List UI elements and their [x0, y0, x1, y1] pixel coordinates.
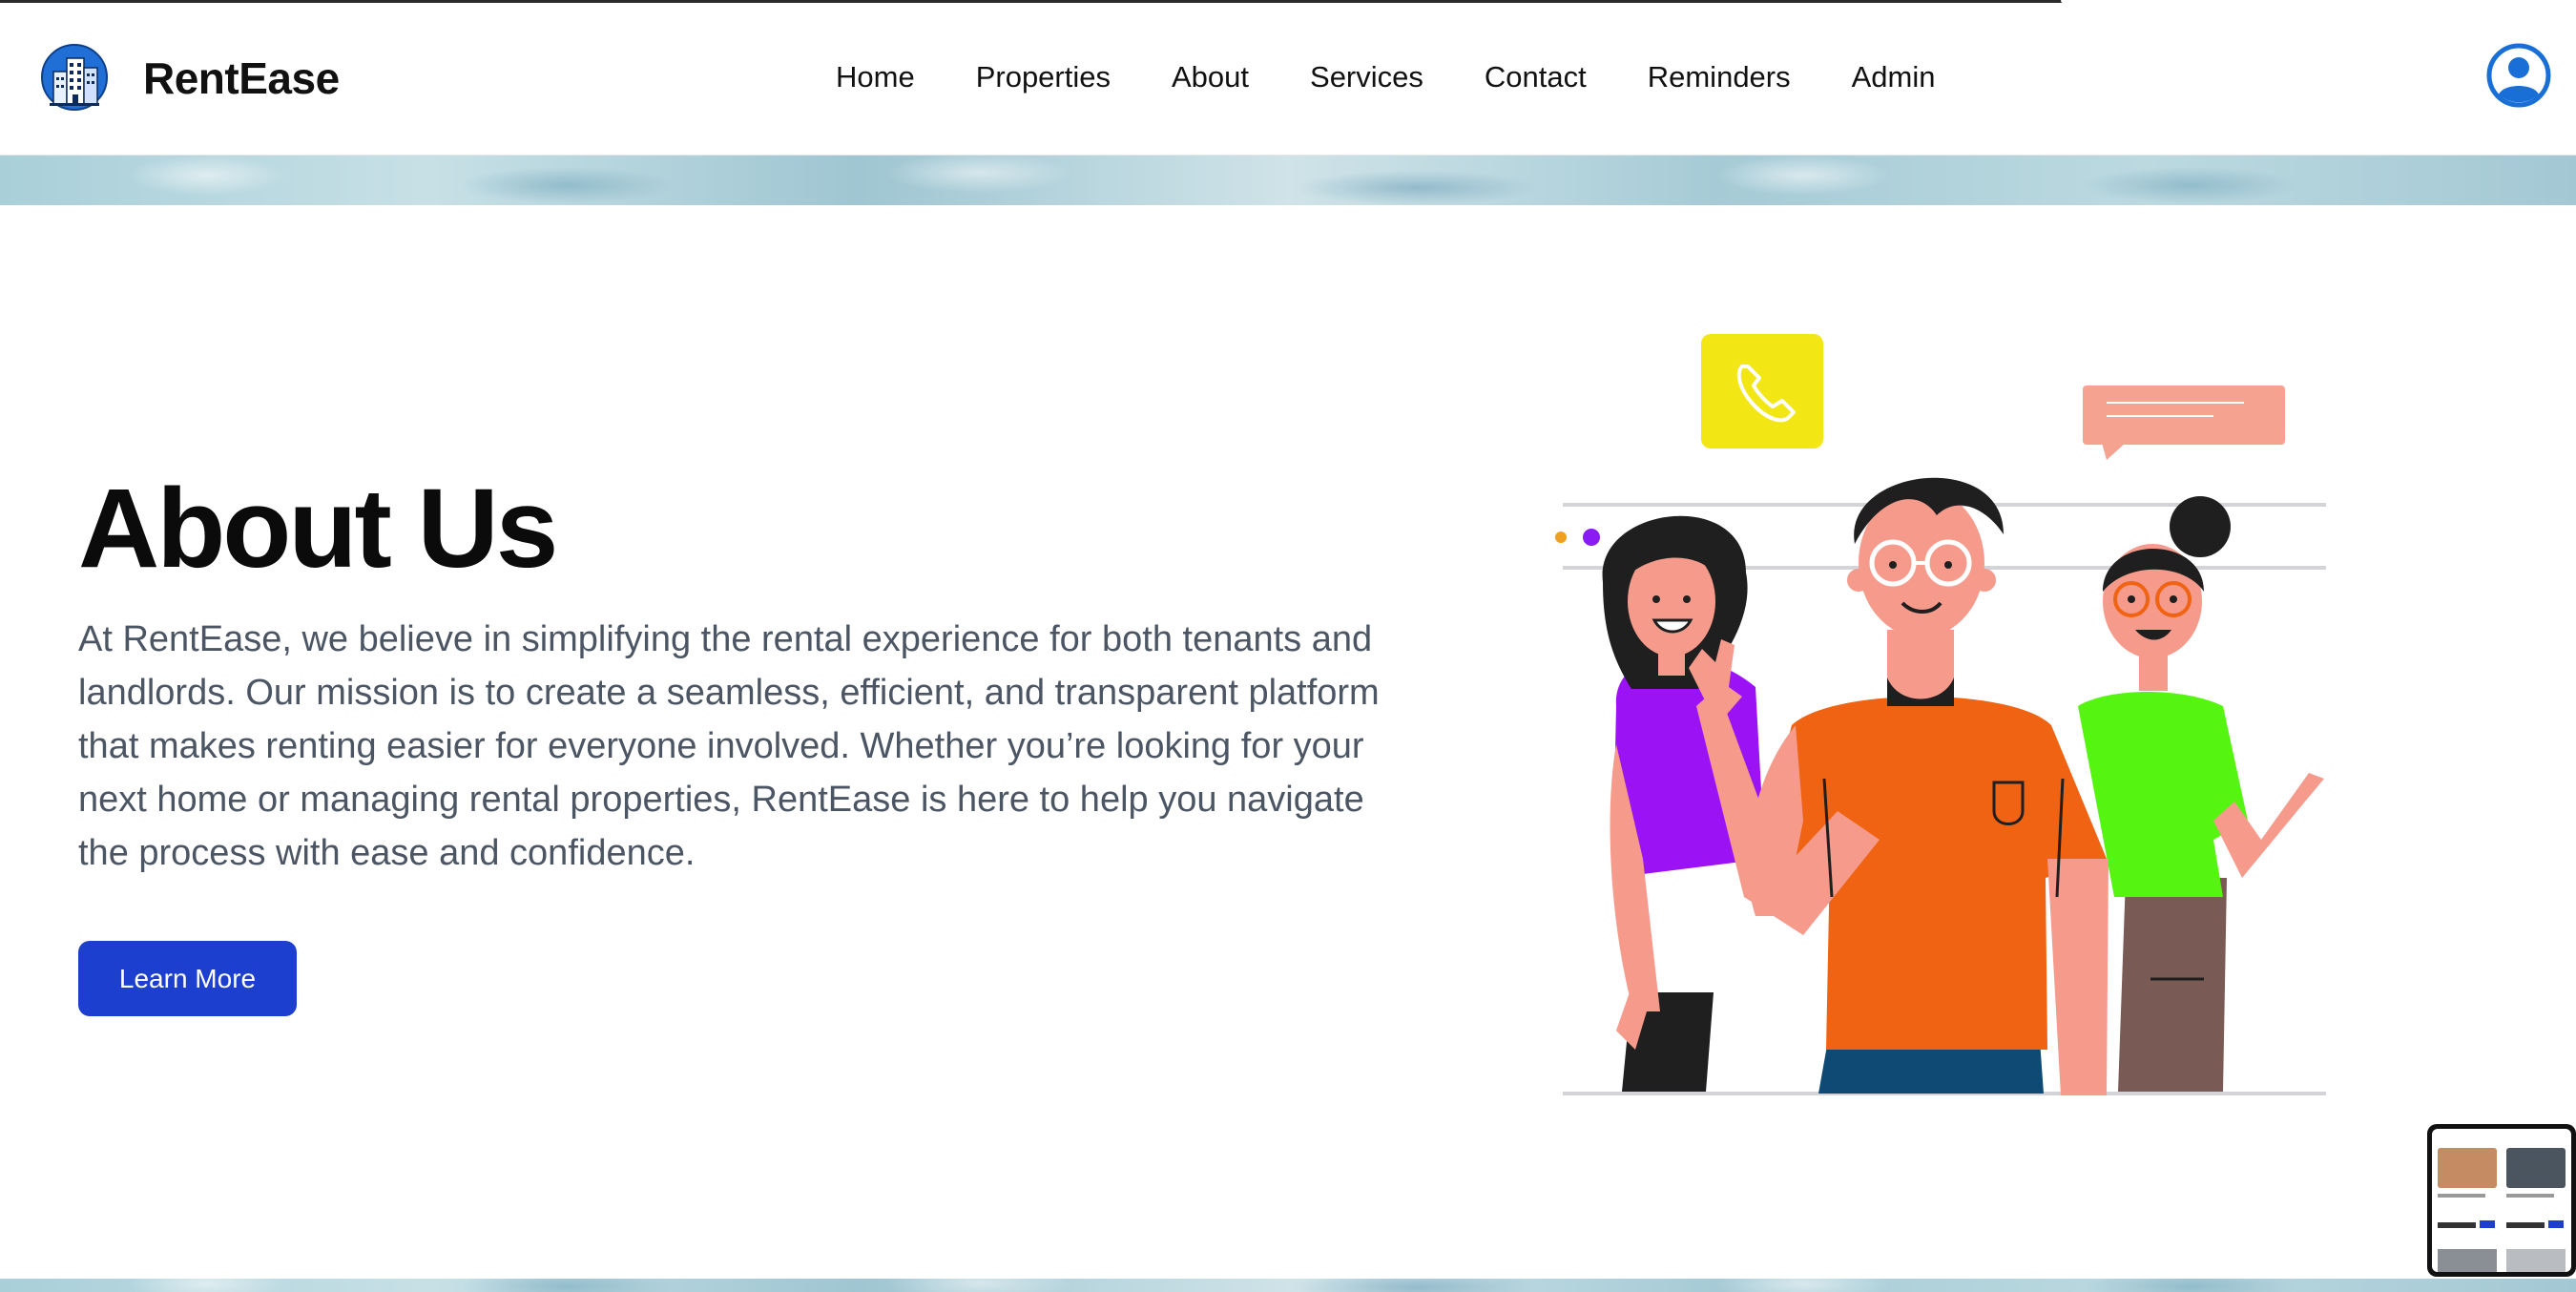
nav-services[interactable]: Services	[1310, 60, 1423, 94]
building-logo-icon[interactable]	[40, 43, 109, 112]
decorative-banner-top	[0, 156, 2576, 205]
nav-about[interactable]: About	[1172, 60, 1249, 94]
learn-more-button[interactable]: Learn More	[78, 941, 297, 1016]
brand-name[interactable]: RentEase	[143, 52, 340, 104]
person-right	[2078, 496, 2324, 1092]
screen-thumbnail-preview[interactable]	[2427, 1124, 2576, 1277]
nav-properties[interactable]: Properties	[976, 60, 1111, 94]
site-header: RentEase Home Properties About Services …	[0, 3, 2576, 156]
nav-contact[interactable]: Contact	[1485, 60, 1587, 94]
decorative-banner-bottom	[0, 1279, 2576, 1292]
chat-bubble-icon	[2083, 386, 2285, 460]
team-illustration	[1555, 334, 2326, 1095]
thumbnail-content	[2432, 1129, 2571, 1272]
main-nav: Home Properties About Services Contact R…	[836, 60, 1936, 94]
phone-icon	[1701, 334, 1823, 448]
page-title: About Us	[78, 466, 558, 592]
nav-home[interactable]: Home	[836, 60, 915, 94]
user-circle-icon[interactable]	[2486, 43, 2551, 108]
about-description: At RentEase, we believe in simplifying t…	[78, 619, 1380, 873]
person-center	[1689, 477, 2109, 1095]
nav-admin[interactable]: Admin	[1852, 60, 1936, 94]
nav-reminders[interactable]: Reminders	[1648, 60, 1791, 94]
